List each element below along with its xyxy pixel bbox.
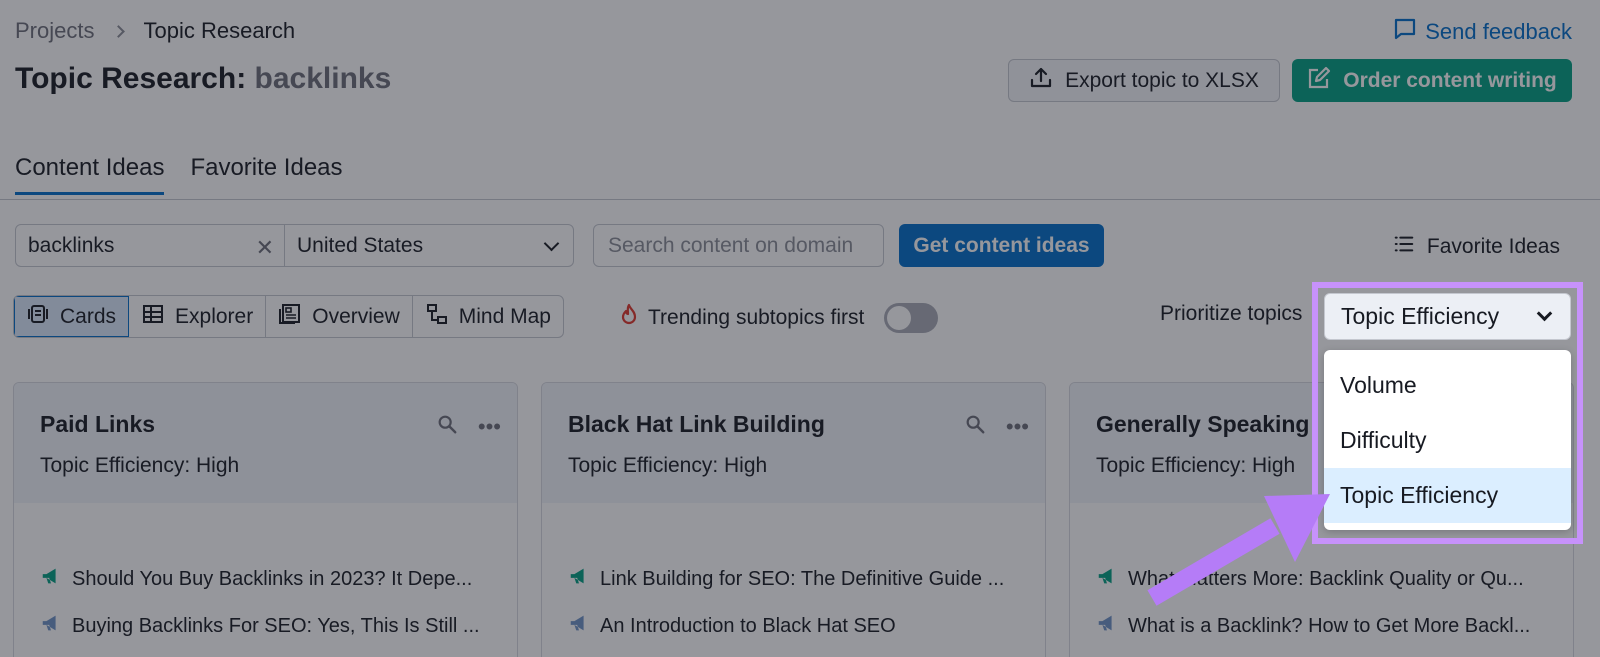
prioritize-dropdown-menu: Volume Difficulty Topic Efficiency	[1324, 350, 1571, 530]
option-volume[interactable]: Volume	[1324, 358, 1571, 413]
prioritize-selected-value: Topic Efficiency	[1341, 303, 1500, 329]
prioritize-topics-select[interactable]: Topic Efficiency	[1324, 293, 1571, 340]
option-topic-efficiency[interactable]: Topic Efficiency	[1324, 468, 1571, 523]
chevron-down-icon	[1536, 305, 1553, 322]
option-difficulty[interactable]: Difficulty	[1324, 413, 1571, 468]
topic-research-page: Projects Topic Research Send feedback To…	[0, 0, 1600, 657]
